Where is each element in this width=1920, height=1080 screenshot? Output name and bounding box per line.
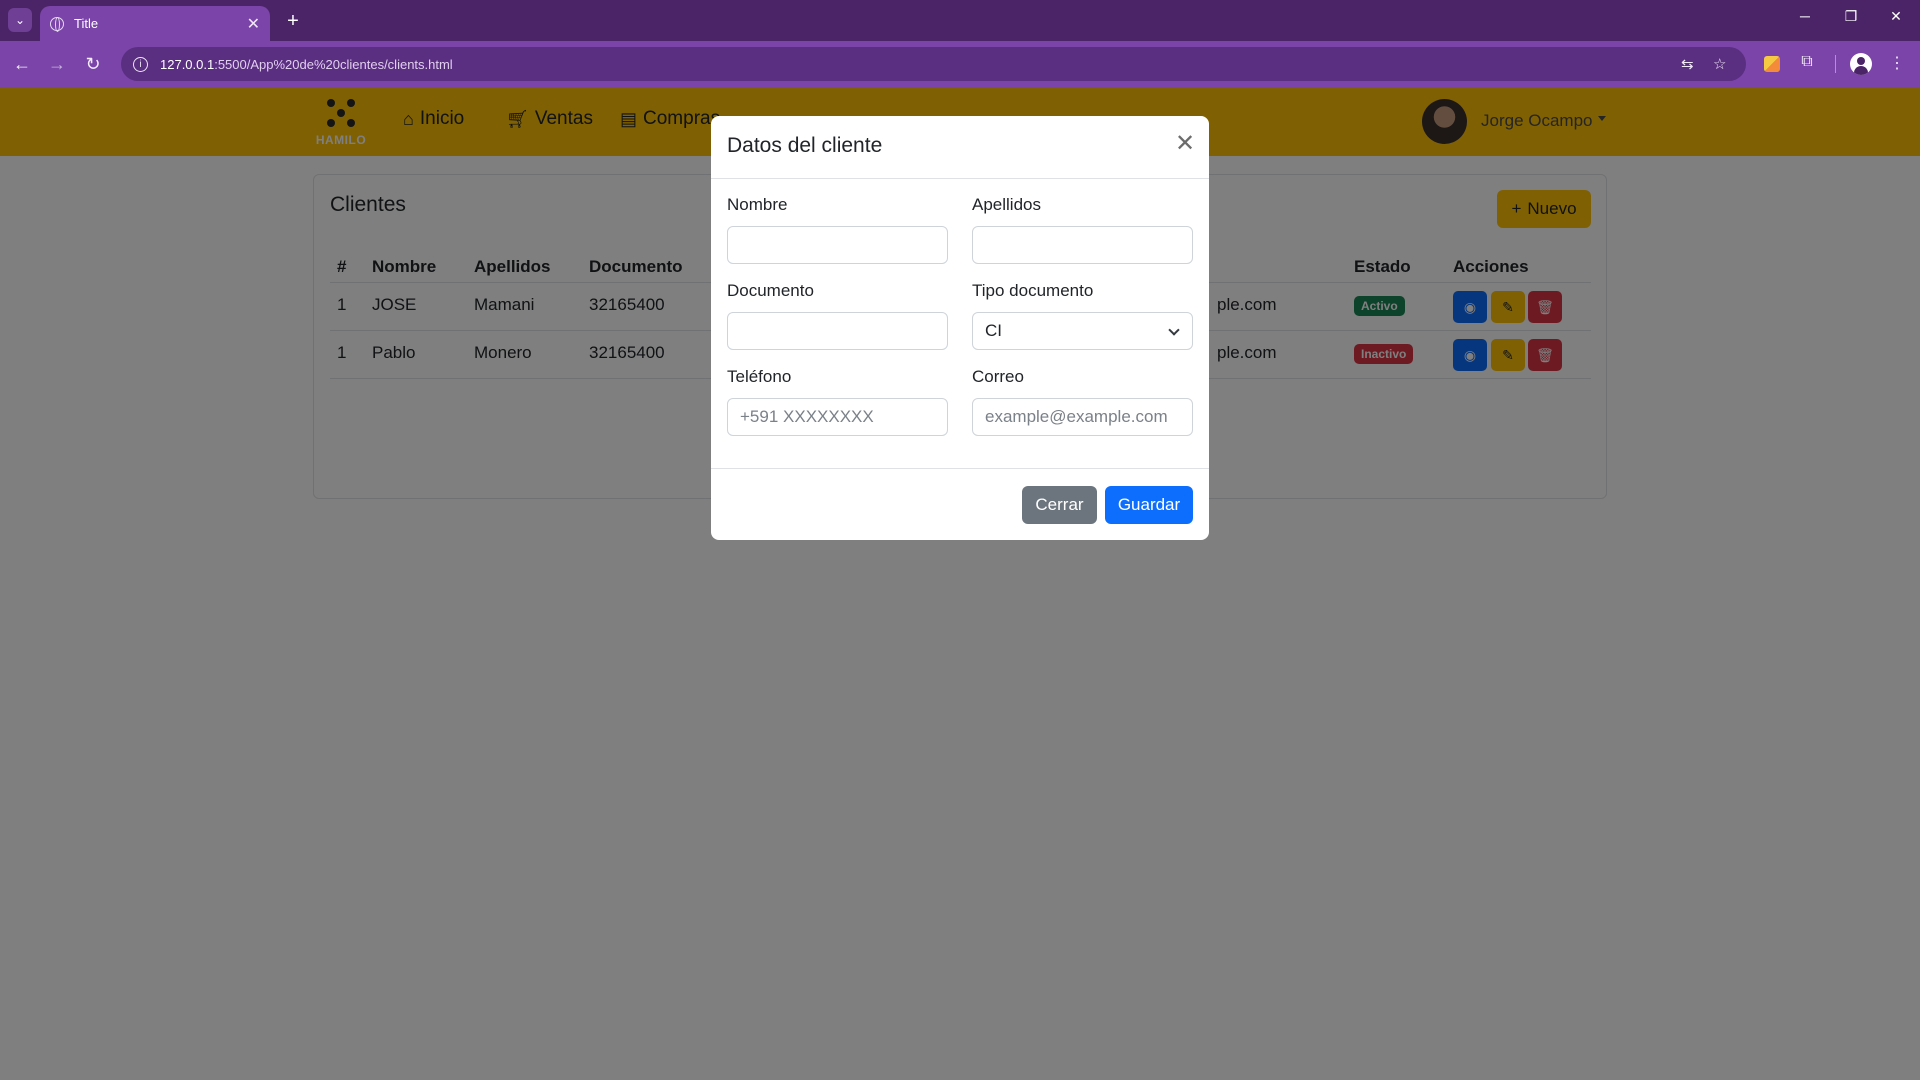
minimize-icon[interactable]: ─ (1785, 8, 1825, 24)
bookmark-star-icon[interactable]: ☆ (1713, 55, 1726, 73)
address-bar[interactable]: i 127.0.0.1:5500/App%20de%20clientes/cli… (121, 47, 1746, 81)
browser-toolbar: ← → ↻ i 127.0.0.1:5500/App%20de%20client… (0, 41, 1920, 87)
close-window-icon[interactable]: ✕ (1876, 8, 1916, 25)
documento-label: Documento (727, 281, 814, 300)
guardar-button[interactable]: Guardar (1105, 486, 1193, 524)
url-path: :5500/App%20de%20clientes/clients.html (214, 56, 453, 72)
tipo-documento-label: Tipo documento (972, 281, 1094, 300)
telefono-input[interactable]: +591 XXXXXXXX (727, 398, 948, 436)
browser-tab[interactable]: Title ✕ (40, 6, 270, 41)
correo-label: Correo (972, 367, 1024, 386)
tipo-documento-value: CI (985, 321, 1002, 340)
close-icon[interactable]: ✕ (1173, 132, 1197, 156)
apellidos-input[interactable] (972, 226, 1193, 264)
chevron-down-icon (1168, 324, 1180, 336)
forward-icon[interactable]: → (46, 53, 68, 75)
modal-title: Datos del cliente (727, 134, 883, 157)
translate-icon[interactable]: ⇆ (1681, 55, 1694, 73)
browser-tabstrip: ⌄ Title ✕ + ─ ❐ ✕ (0, 0, 1920, 41)
site-info-icon[interactable]: i (133, 56, 148, 72)
cerrar-button[interactable]: Cerrar (1022, 486, 1097, 524)
url-host: 127.0.0.1 (160, 56, 215, 72)
apellidos-label: Apellidos (972, 195, 1041, 214)
modal-header: Datos del cliente ✕ (711, 116, 1209, 179)
nombre-input[interactable] (727, 226, 948, 264)
extension-icon[interactable] (1764, 56, 1780, 72)
documento-input[interactable] (727, 312, 948, 350)
modal-footer: Cerrar Guardar (711, 468, 1209, 540)
reload-icon[interactable]: ↻ (82, 53, 104, 75)
nombre-label: Nombre (727, 195, 788, 214)
correo-input[interactable]: example@example.com (972, 398, 1193, 436)
profile-icon[interactable] (1850, 53, 1872, 75)
new-tab-icon[interactable]: + (280, 8, 306, 34)
tab-search-icon[interactable]: ⌄ (8, 8, 32, 32)
menu-kebab-icon[interactable]: ⋮ (1886, 53, 1908, 73)
telefono-label: Teléfono (727, 367, 792, 386)
back-icon[interactable]: ← (11, 53, 33, 75)
toolbar-divider (1835, 55, 1836, 73)
tab-title: Title (74, 16, 99, 31)
globe-icon (50, 16, 64, 32)
client-modal: Datos del cliente ✕ Nombre Apellidos Doc… (711, 116, 1209, 540)
extensions-puzzle-icon[interactable]: ⧉ (1796, 53, 1818, 71)
restore-icon[interactable]: ❐ (1831, 8, 1871, 25)
tipo-documento-select[interactable]: CI (972, 312, 1193, 350)
close-tab-icon[interactable]: ✕ (247, 14, 260, 34)
